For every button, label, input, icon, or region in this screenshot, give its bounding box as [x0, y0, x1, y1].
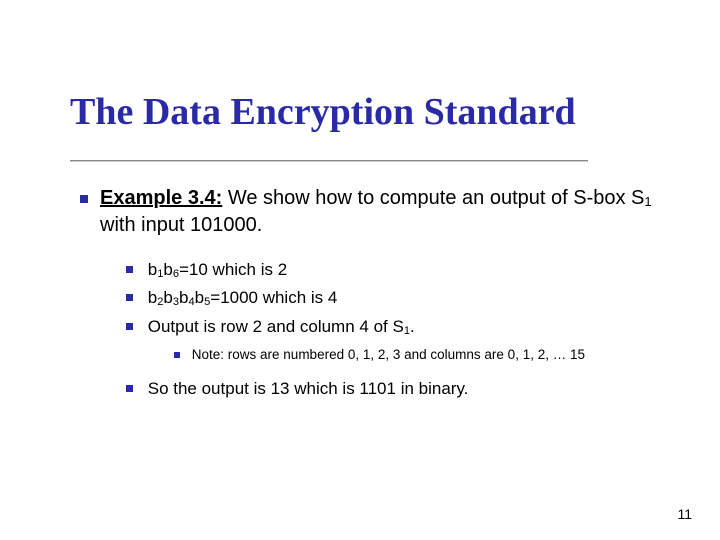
note-bullet: Note: rows are numbered 0, 1, 2, 3 and c…	[174, 346, 670, 364]
lead-bullet: Example 3.4: We show how to compute an o…	[80, 185, 670, 239]
slide-title: The Data Encryption Standard	[70, 90, 576, 134]
bullet-icon	[126, 385, 133, 392]
example-label: Example 3.4:	[100, 187, 222, 209]
sub-bullet-2: b2b3b4b5=1000 which is 4	[126, 285, 670, 311]
sb2-text: b2b3b4b5=1000 which is 4	[148, 288, 338, 307]
bullet-icon	[126, 294, 133, 301]
bullet-icon	[126, 266, 133, 273]
sb1-text: b1b6=10 which is 2	[148, 260, 287, 279]
page-number: 11	[677, 506, 692, 522]
slide: The Data Encryption Standard Example 3.4…	[0, 0, 720, 540]
sub-bullet-list: b1b6=10 which is 2 b2b3b4b5=1000 which i…	[126, 257, 670, 340]
lead-sub: 1	[644, 194, 651, 209]
title-underline	[70, 160, 588, 161]
sb3-text: Output is row 2 and column 4 of S1.	[148, 317, 415, 336]
sub-bullet-1: b1b6=10 which is 2	[126, 257, 670, 283]
lead-t1: We show how to compute an output of S-bo…	[222, 187, 644, 209]
bullet-icon	[80, 195, 88, 203]
note-text: Note: rows are numbered 0, 1, 2, 3 and c…	[192, 347, 585, 362]
sub-bullet-3: Output is row 2 and column 4 of S1.	[126, 314, 670, 340]
bullet-icon	[126, 323, 133, 330]
lead-text: Example 3.4: We show how to compute an o…	[100, 185, 670, 239]
conclusion-bullet: So the output is 13 which is 1101 in bin…	[126, 378, 670, 401]
slide-body: Example 3.4: We show how to compute an o…	[80, 185, 670, 401]
lead-t2: with input 101000.	[100, 214, 262, 236]
bullet-icon	[174, 352, 180, 358]
conclusion-text: So the output is 13 which is 1101 in bin…	[148, 379, 469, 398]
